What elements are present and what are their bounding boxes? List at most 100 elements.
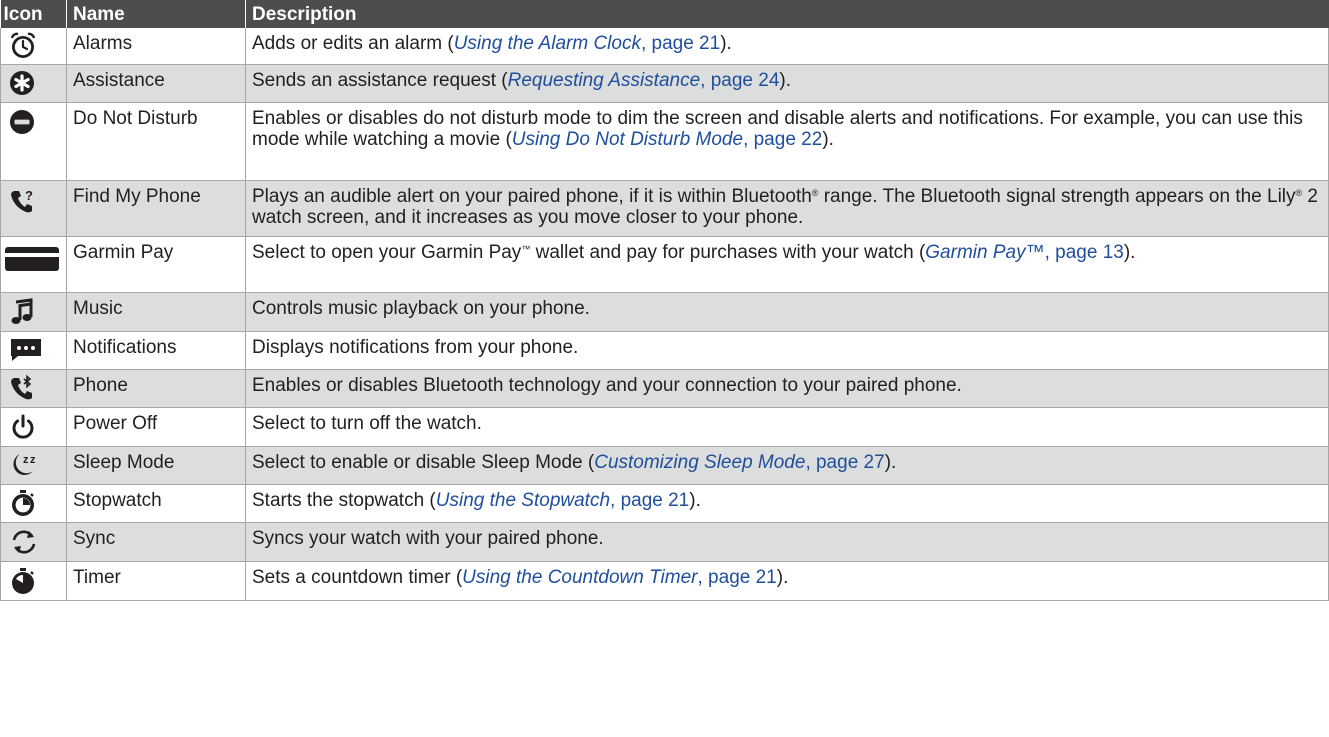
description-text-end: ).: [776, 566, 789, 588]
description-text: Adds or edits an alarm (: [252, 33, 454, 54]
link-title: Customizing Sleep Mode: [594, 451, 806, 473]
header-name: Name: [66, 0, 246, 28]
assistance-icon: [10, 71, 34, 95]
table-body: Alarms Adds or edits an alarm (Using the…: [0, 28, 1329, 601]
description-text: Select to enable or disable Sleep Mode (: [252, 451, 595, 473]
icon-cell: [0, 331, 67, 370]
icon-cell: [0, 484, 67, 523]
name-cell: Do Not Disturb: [66, 102, 246, 181]
cross-reference-link[interactable]: Garmin Pay™, page 13: [925, 242, 1124, 263]
name-cell: Find My Phone: [66, 180, 246, 237]
description-cell: Select to enable or disable Sleep Mode (…: [245, 446, 1329, 485]
table-row: Sync Syncs your watch with your paired p…: [0, 522, 1329, 562]
table-row: z z Sleep Mode Select to enable or disab…: [0, 446, 1329, 485]
svg-text:?: ?: [25, 188, 33, 203]
description-text-2: wallet and pay for purchases with your w…: [530, 241, 926, 263]
trademark-mark: ™: [521, 243, 531, 254]
svg-text:z: z: [30, 454, 36, 466]
power-icon: [12, 414, 34, 439]
link-page: , page 22: [743, 128, 823, 150]
description-text: Sends an assistance request (: [252, 69, 508, 91]
link-page: , page 24: [700, 69, 780, 91]
icon-cell: [0, 369, 67, 408]
do-not-disturb-icon: [10, 109, 34, 134]
icon-cell: [0, 28, 67, 65]
header-row: Icon Name Description: [0, 0, 1329, 28]
description-text: Select to open your Garmin Pay: [252, 241, 522, 263]
cross-reference-link[interactable]: Customizing Sleep Mode, page 27: [594, 452, 884, 473]
description-cell: Enables or disables do not disturb mode …: [245, 102, 1329, 181]
icon-cell: ?: [0, 180, 67, 237]
table-row: Phone Enables or disables Bluetooth tech…: [0, 369, 1329, 408]
description-cell: Displays notifications from your phone.: [245, 331, 1329, 370]
table-row: Garmin Pay Select to open your Garmin Pa…: [0, 236, 1329, 293]
timer-icon: [12, 567, 34, 594]
link-title: Using the Countdown Timer: [462, 566, 698, 588]
description-text: Starts the stopwatch (: [252, 489, 436, 511]
name-cell: Notifications: [66, 331, 246, 370]
description-text-end: ).: [779, 69, 792, 91]
description-text: Plays an audible alert on your paired ph…: [252, 185, 812, 207]
link-page: , page 13: [1044, 241, 1124, 263]
icon-cell: [0, 102, 67, 181]
table-row: Music Controls music playback on your ph…: [0, 292, 1329, 332]
table-row: Do Not Disturb Enables or disables do no…: [0, 102, 1329, 181]
name-cell: Alarms: [66, 28, 246, 65]
cross-reference-link[interactable]: Using the Countdown Timer, page 21: [462, 567, 777, 588]
description-cell: Enables or disables Bluetooth technology…: [245, 369, 1329, 408]
description-cell: Sends an assistance request (Requesting …: [245, 64, 1329, 103]
table-row: Notifications Displays notifications fro…: [0, 331, 1329, 370]
description-cell: Starts the stopwatch (Using the Stopwatc…: [245, 484, 1329, 523]
music-note-icon: [11, 297, 33, 324]
link-title: Requesting Assistance: [507, 69, 701, 91]
link-title: Using Do Not Disturb Mode: [511, 128, 744, 150]
description-text-end: ).: [689, 489, 701, 511]
name-cell: Stopwatch: [66, 484, 246, 523]
name-cell: Sync: [66, 522, 246, 562]
name-cell: Power Off: [66, 407, 246, 447]
table-row: ? Find My Phone Plays an audible alert o…: [0, 180, 1329, 237]
name-cell: Timer: [66, 561, 246, 601]
link-title: Using the Stopwatch: [435, 489, 611, 511]
sleep-mode-icon: z z: [13, 454, 36, 476]
description-cell: Syncs your watch with your paired phone.: [245, 522, 1329, 562]
header-icon: Icon: [0, 0, 67, 28]
controls-table: Icon Name Description Alarms Adds or edi…: [0, 0, 1329, 601]
name-cell: Phone: [66, 369, 246, 408]
description-text: Sets a countdown timer (: [252, 566, 463, 588]
cross-reference-link[interactable]: Requesting Assistance, page 24: [508, 70, 780, 91]
description-text-end: ).: [1123, 241, 1136, 263]
description-cell: Select to turn off the watch.: [245, 407, 1329, 447]
table-row: Alarms Adds or edits an alarm (Using the…: [0, 28, 1329, 65]
description-cell: Controls music playback on your phone.: [245, 292, 1329, 332]
stopwatch-icon: [12, 490, 34, 516]
link-title: Using the Alarm Clock: [453, 33, 641, 54]
name-cell: Garmin Pay: [66, 236, 246, 293]
icon-cell: [0, 407, 67, 447]
phone-bluetooth-icon: [11, 374, 32, 400]
cross-reference-link[interactable]: Using the Alarm Clock, page 21: [454, 33, 721, 54]
table-row: Power Off Select to turn off the watch.: [0, 407, 1329, 447]
description-cell: Sets a countdown timer (Using the Countd…: [245, 561, 1329, 601]
sync-icon: [12, 530, 36, 553]
cross-reference-link[interactable]: Using Do Not Disturb Mode, page 22: [512, 129, 823, 150]
icon-cell: z z: [0, 446, 67, 485]
description-cell: Select to open your Garmin Pay™ wallet a…: [245, 236, 1329, 293]
link-page: , page 27: [805, 451, 885, 473]
wallet-card-icon: [5, 246, 59, 271]
table-header: Icon Name Description: [0, 0, 1329, 28]
description-text-end: ).: [884, 451, 897, 473]
description-cell: Plays an audible alert on your paired ph…: [245, 180, 1329, 237]
cross-reference-link[interactable]: Using the Stopwatch, page 21: [436, 490, 690, 511]
name-cell: Assistance: [66, 64, 246, 103]
icon-cell: [0, 522, 67, 562]
description-text-end: ).: [822, 128, 834, 150]
svg-text:z: z: [23, 454, 29, 466]
link-page: , page 21: [610, 489, 690, 511]
description-text-2: range. The Bluetooth signal strength app…: [818, 185, 1296, 207]
icon-cell: [0, 561, 67, 601]
table-row: Timer Sets a countdown timer (Using the …: [0, 561, 1329, 601]
link-title: Garmin Pay™: [925, 241, 1045, 263]
notifications-icon: [11, 339, 41, 361]
icon-cell: [0, 64, 67, 103]
